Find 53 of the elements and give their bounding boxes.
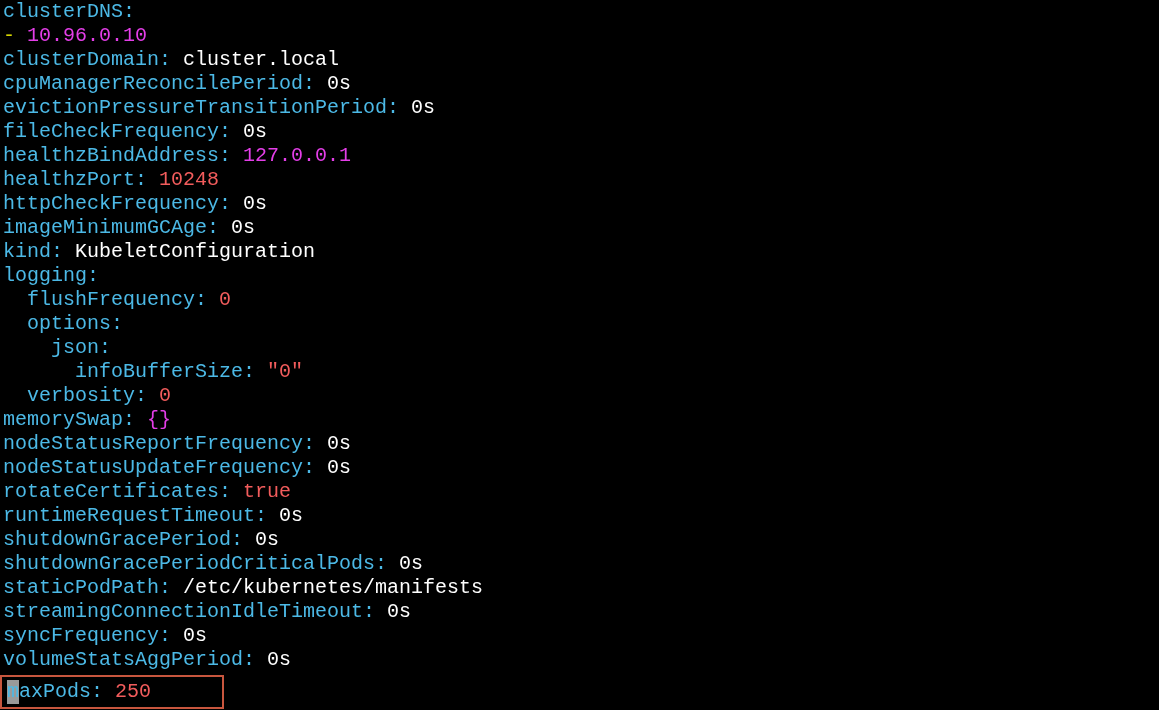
yaml-key: kind: (3, 240, 63, 263)
yaml-key: clusterDomain: (3, 48, 172, 71)
yaml-value: 127.0.0.1 (243, 144, 352, 167)
yaml-key: imageMinimumGCAge: (3, 216, 220, 239)
yaml-value: 10.96.0.10 (27, 24, 148, 47)
yaml-value: 0s (327, 456, 352, 479)
yaml-key: clusterDNS: (3, 0, 136, 23)
yaml-key: httpCheckFrequency: (3, 192, 232, 215)
yaml-key: infoBufferSize: (75, 360, 256, 383)
yaml-key: runtimeRequestTimeout: (3, 504, 268, 527)
yaml-value: 250 (115, 680, 152, 703)
yaml-key: json: (51, 336, 111, 359)
yaml-key: healthzPort: (3, 168, 148, 191)
yaml-value: 0 (219, 288, 232, 311)
yaml-key: rotateCertificates: (3, 480, 232, 503)
yaml-value: true (243, 480, 292, 503)
yaml-value: 0s (243, 120, 268, 143)
yaml-value: 0s (183, 624, 208, 647)
yaml-key: nodeStatusReportFrequency: (3, 432, 316, 455)
yaml-value: 0s (255, 528, 280, 551)
yaml-value: 0s (327, 432, 352, 455)
yaml-key: cpuManagerReconcilePeriod: (3, 72, 316, 95)
yaml-value: 10248 (159, 168, 220, 191)
yaml-key: flushFrequency: (27, 288, 208, 311)
yaml-value: {} (147, 408, 172, 431)
yaml-key: staticPodPath: (3, 576, 172, 599)
yaml-key: fileCheckFrequency: (3, 120, 232, 143)
yaml-value: cluster.local (183, 48, 340, 71)
yaml-value: 0s (279, 504, 304, 527)
yaml-key: shutdownGracePeriod: (3, 528, 244, 551)
yaml-key: healthzBindAddress: (3, 144, 232, 167)
yaml-key: volumeStatsAggPeriod: (3, 648, 256, 671)
list-marker: - (3, 24, 15, 47)
yaml-key: options: (27, 312, 123, 335)
yaml-value: 0s (243, 192, 268, 215)
yaml-value: 0s (267, 648, 292, 671)
yaml-value: 0s (399, 552, 424, 575)
yaml-key: memorySwap: (3, 408, 136, 431)
yaml-value: 0s (231, 216, 256, 239)
yaml-value: "0" (267, 360, 304, 383)
yaml-key: evictionPressureTransitionPeriod: (3, 96, 400, 119)
yaml-key: streamingConnectionIdleTimeout: (3, 600, 376, 623)
yaml-value: 0 (159, 384, 172, 407)
yaml-value: KubeletConfiguration (75, 240, 316, 263)
yaml-key: shutdownGracePeriodCriticalPods: (3, 552, 388, 575)
yaml-key: syncFrequency: (3, 624, 172, 647)
yaml-value: 0s (327, 72, 352, 95)
yaml-value: 0s (411, 96, 436, 119)
yaml-key: nodeStatusUpdateFrequency: (3, 456, 316, 479)
yaml-key: verbosity: (27, 384, 148, 407)
yaml-value: 0s (387, 600, 412, 623)
yaml-key: logging: (3, 264, 99, 287)
yaml-value: /etc/kubernetes/manifests (183, 576, 484, 599)
